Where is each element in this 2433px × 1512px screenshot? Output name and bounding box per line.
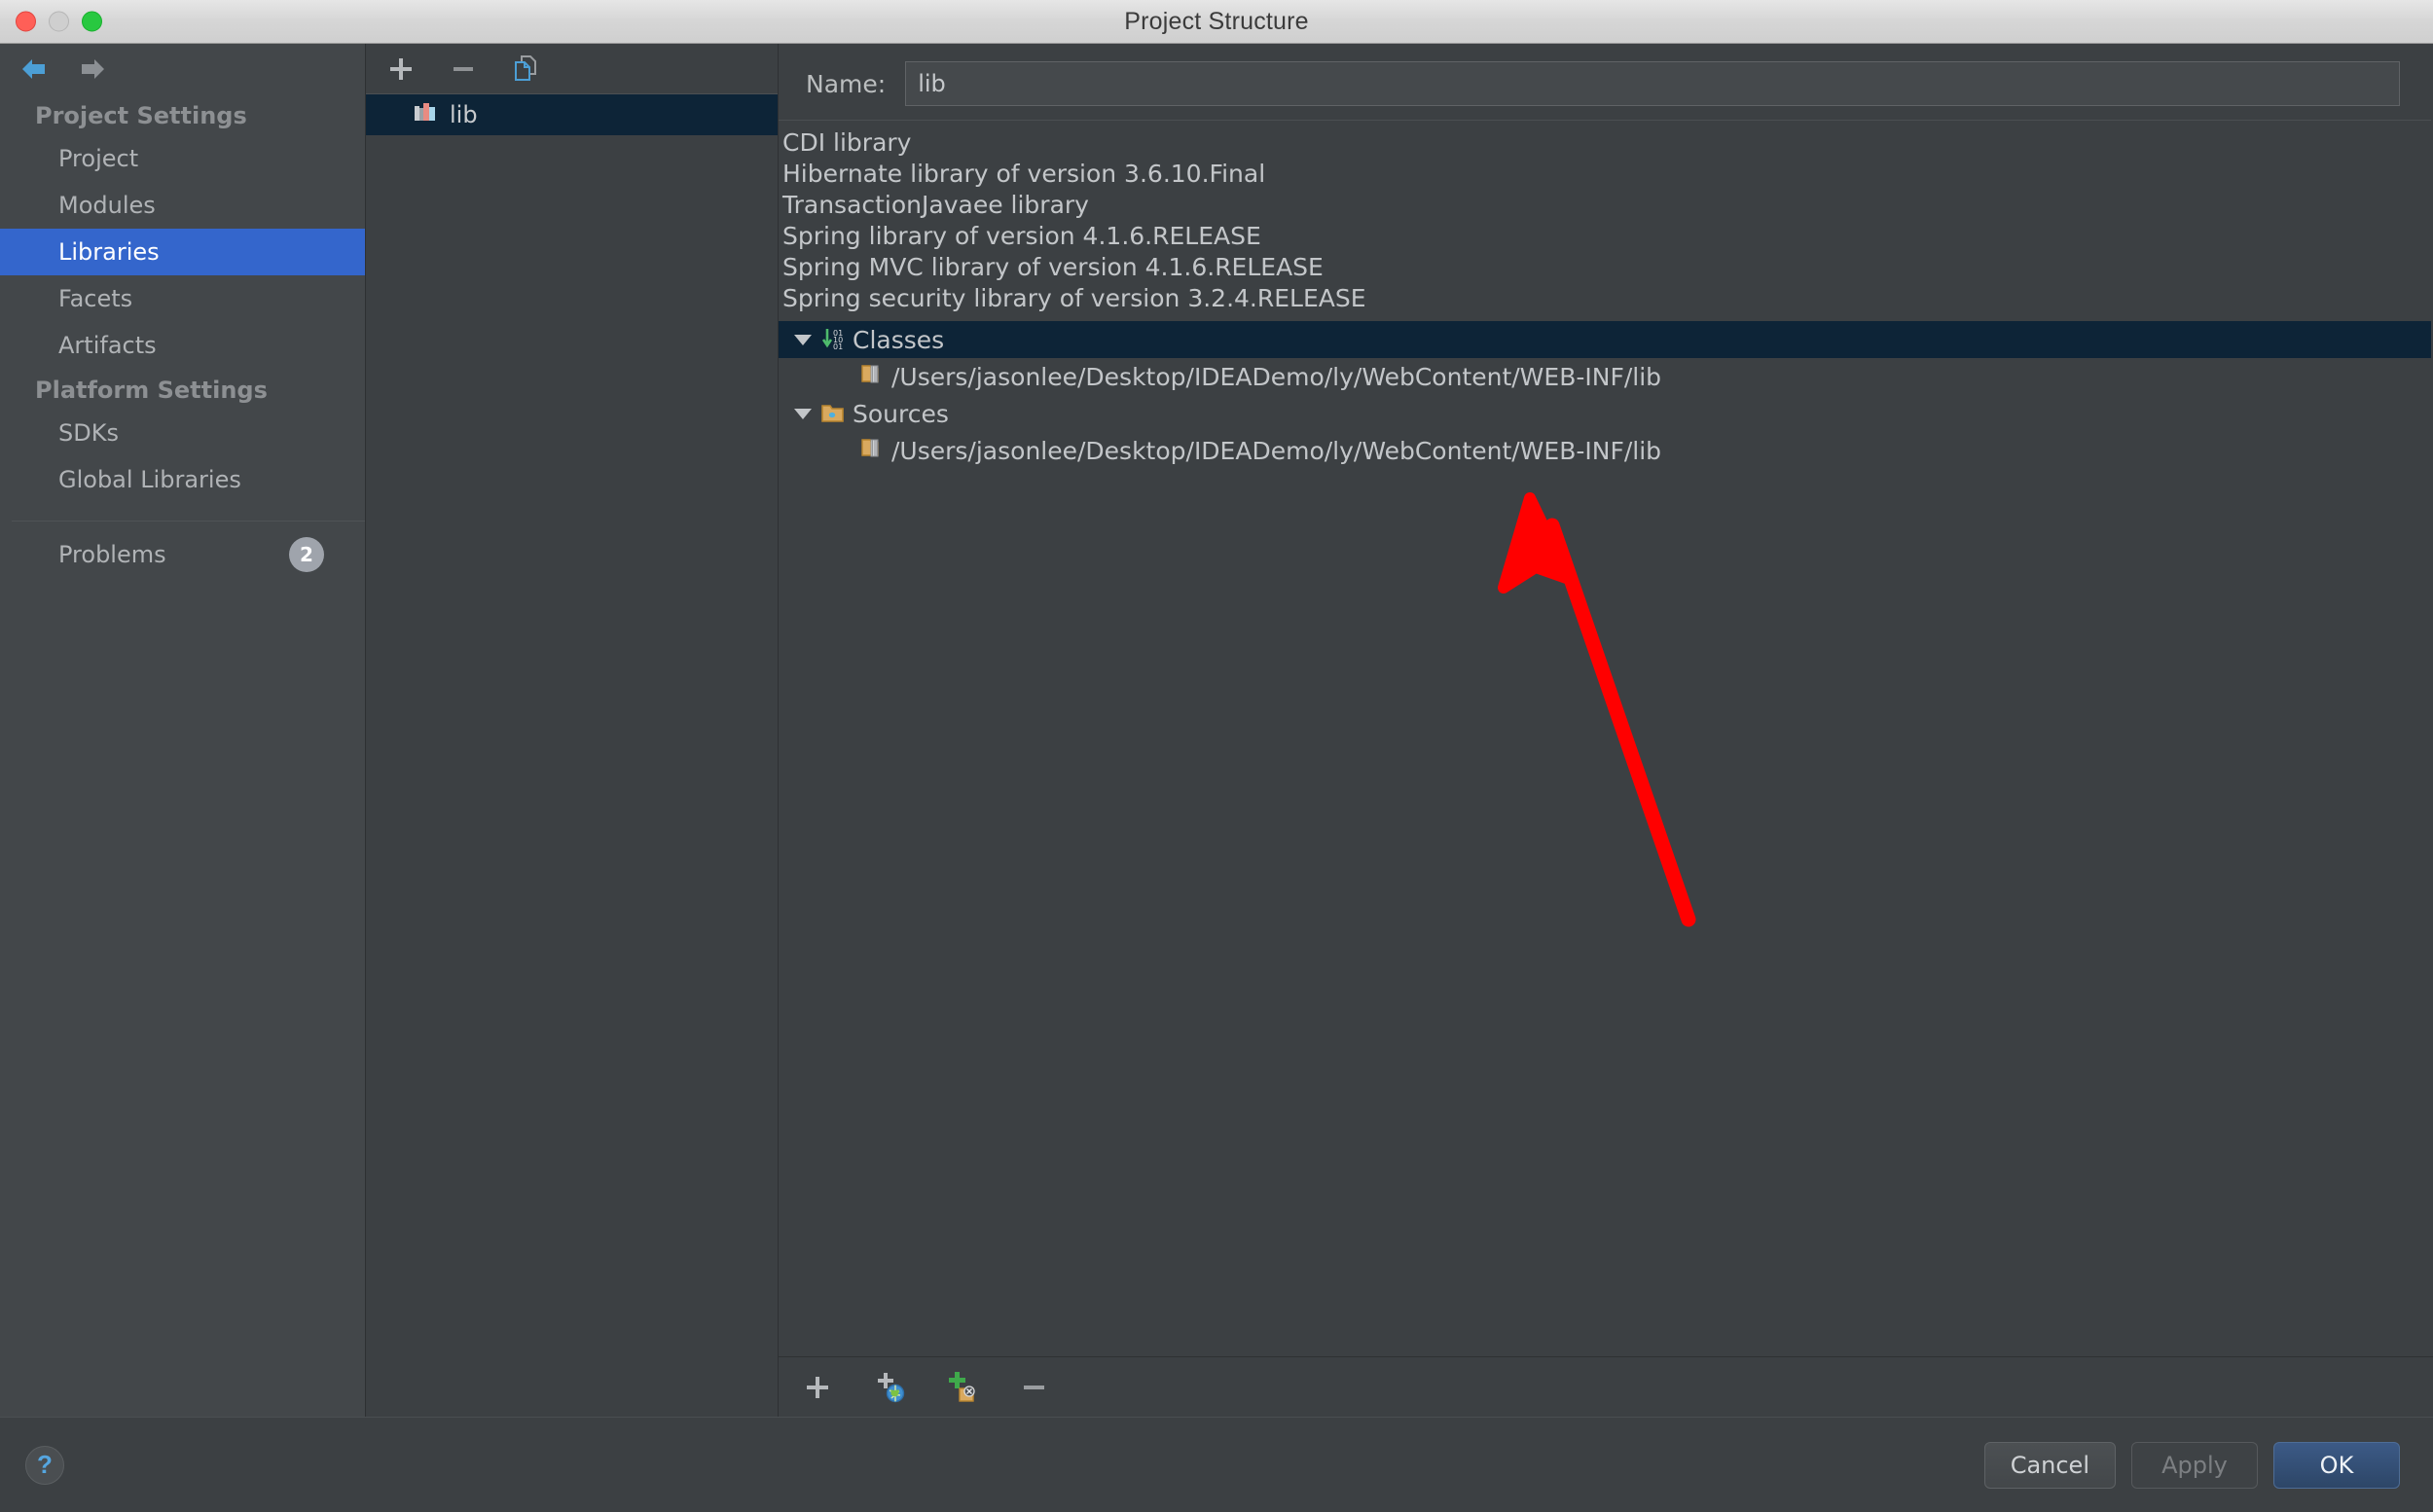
library-contents-area: CDI library Hibernate library of version… (779, 120, 2431, 1356)
tree-child-sources-path[interactable]: /Users/jasonlee/Desktop/IDEADemo/ly/WebC… (779, 432, 2431, 469)
apply-button[interactable]: Apply (2131, 1441, 2258, 1489)
chevron-down-icon[interactable] (788, 333, 817, 346)
library-list-item-lib[interactable]: lib (366, 94, 778, 135)
sidebar-item-project[interactable]: Project (0, 135, 365, 182)
tree-node-sources[interactable]: Sources (779, 395, 2431, 432)
library-description-line: CDI library (782, 127, 912, 157)
library-list-item-label: lib (450, 101, 478, 128)
books-icon (413, 99, 438, 130)
add-root-button[interactable] (796, 1366, 839, 1409)
sidebar-filler (0, 578, 365, 1417)
sidebar-divider (12, 521, 365, 522)
sidebar-item-label: Libraries (58, 238, 160, 266)
window-title: Project Structure (1124, 7, 1309, 35)
tree-child-classes-path[interactable]: /Users/jasonlee/Desktop/IDEADemo/ly/WebC… (779, 358, 2431, 395)
sidebar-item-modules[interactable]: Modules (0, 182, 365, 229)
library-name-label: Name: (806, 69, 887, 98)
library-name-input[interactable] (905, 61, 2400, 106)
remove-root-button[interactable] (1012, 1366, 1055, 1409)
project-structure-window: Project Structure Project Settings Proje… (0, 0, 2433, 1512)
library-name-row: Name: (779, 44, 2433, 120)
dialog-body: Project Settings Project Modules Librari… (0, 44, 2433, 1417)
chevron-down-icon[interactable] (788, 407, 817, 420)
add-maven-root-button[interactable] (868, 1366, 911, 1409)
arrow-right-icon[interactable] (76, 54, 109, 84)
svg-text:01: 01 (833, 342, 843, 351)
sidebar-item-label: Artifacts (58, 332, 157, 359)
help-button[interactable]: ? (25, 1445, 64, 1485)
binary-classes-icon: 01 10 01 (817, 327, 851, 352)
remove-library-button[interactable] (444, 51, 483, 88)
library-list: lib (366, 94, 778, 1417)
sidebar-item-label: Facets (58, 285, 133, 312)
sidebar-item-facets[interactable]: Facets (0, 275, 365, 322)
sidebar-item-global-libraries[interactable]: Global Libraries (0, 456, 365, 503)
folder-jar-icon (860, 435, 888, 466)
sources-folder-icon (817, 401, 851, 426)
sidebar-item-libraries[interactable]: Libraries (0, 229, 365, 275)
sidebar-item-sdks[interactable]: SDKs (0, 410, 365, 456)
library-description-line: Spring library of version 4.1.6.RELEASE (782, 221, 1261, 250)
library-description-line: Spring MVC library of version 4.1.6.RELE… (782, 252, 1324, 281)
library-list-toolbar (366, 44, 778, 94)
sidebar-item-label: Modules (58, 192, 156, 219)
library-roots-toolbar (779, 1356, 2433, 1417)
tree-node-label: Classes (853, 325, 945, 354)
zoom-window-icon[interactable] (82, 11, 102, 32)
sidebar-item-label: Project (58, 145, 139, 172)
sidebar-item-label: Global Libraries (58, 466, 241, 493)
problems-count-badge: 2 (289, 537, 324, 572)
tree-node-label: Sources (853, 399, 949, 428)
sidebar-item-label: Problems (58, 541, 166, 568)
add-library-button[interactable] (381, 51, 420, 88)
ok-button[interactable]: OK (2273, 1441, 2400, 1489)
traffic-light-controls (16, 11, 102, 32)
tree-node-classes[interactable]: 01 10 01 Classes (779, 321, 2431, 358)
sidebar-group-project-settings: Project Settings (35, 102, 247, 129)
minimize-window-icon[interactable] (49, 11, 69, 32)
arrow-left-icon[interactable] (18, 54, 51, 84)
library-roots-tree: 01 10 01 Classes /Users/jasonlee/Desktop… (779, 321, 2431, 469)
copy-library-icon[interactable] (506, 51, 545, 88)
folder-jar-icon (860, 361, 888, 392)
library-detail-panel: Name: CDI library Hibernate library of v… (779, 44, 2433, 1417)
cancel-button[interactable]: Cancel (1983, 1441, 2116, 1489)
tree-child-label: /Users/jasonlee/Desktop/IDEADemo/ly/WebC… (891, 436, 1662, 465)
close-window-icon[interactable] (16, 11, 36, 32)
library-list-panel: lib (366, 44, 779, 1417)
sidebar-item-artifacts[interactable]: Artifacts (0, 322, 365, 369)
sidebar-nav-arrows (0, 44, 365, 94)
attach-classes-button[interactable] (940, 1366, 983, 1409)
sidebar-group-platform-settings: Platform Settings (35, 377, 268, 404)
library-description-line: Hibernate library of version 3.6.10.Fina… (782, 159, 1266, 188)
dialog-footer: ? Cancel Apply OK (0, 1417, 2433, 1512)
library-description-lines: CDI library Hibernate library of version… (779, 121, 2431, 313)
library-description-line: Spring security library of version 3.2.4… (782, 283, 1366, 312)
settings-sidebar: Project Settings Project Modules Librari… (0, 44, 366, 1417)
sidebar-item-problems[interactable]: Problems 2 (0, 531, 365, 578)
library-description-line: TransactionJavaee library (782, 190, 1089, 219)
sidebar-item-label: SDKs (58, 419, 119, 447)
tree-child-label: /Users/jasonlee/Desktop/IDEADemo/ly/WebC… (891, 362, 1662, 391)
window-titlebar: Project Structure (0, 0, 2433, 44)
